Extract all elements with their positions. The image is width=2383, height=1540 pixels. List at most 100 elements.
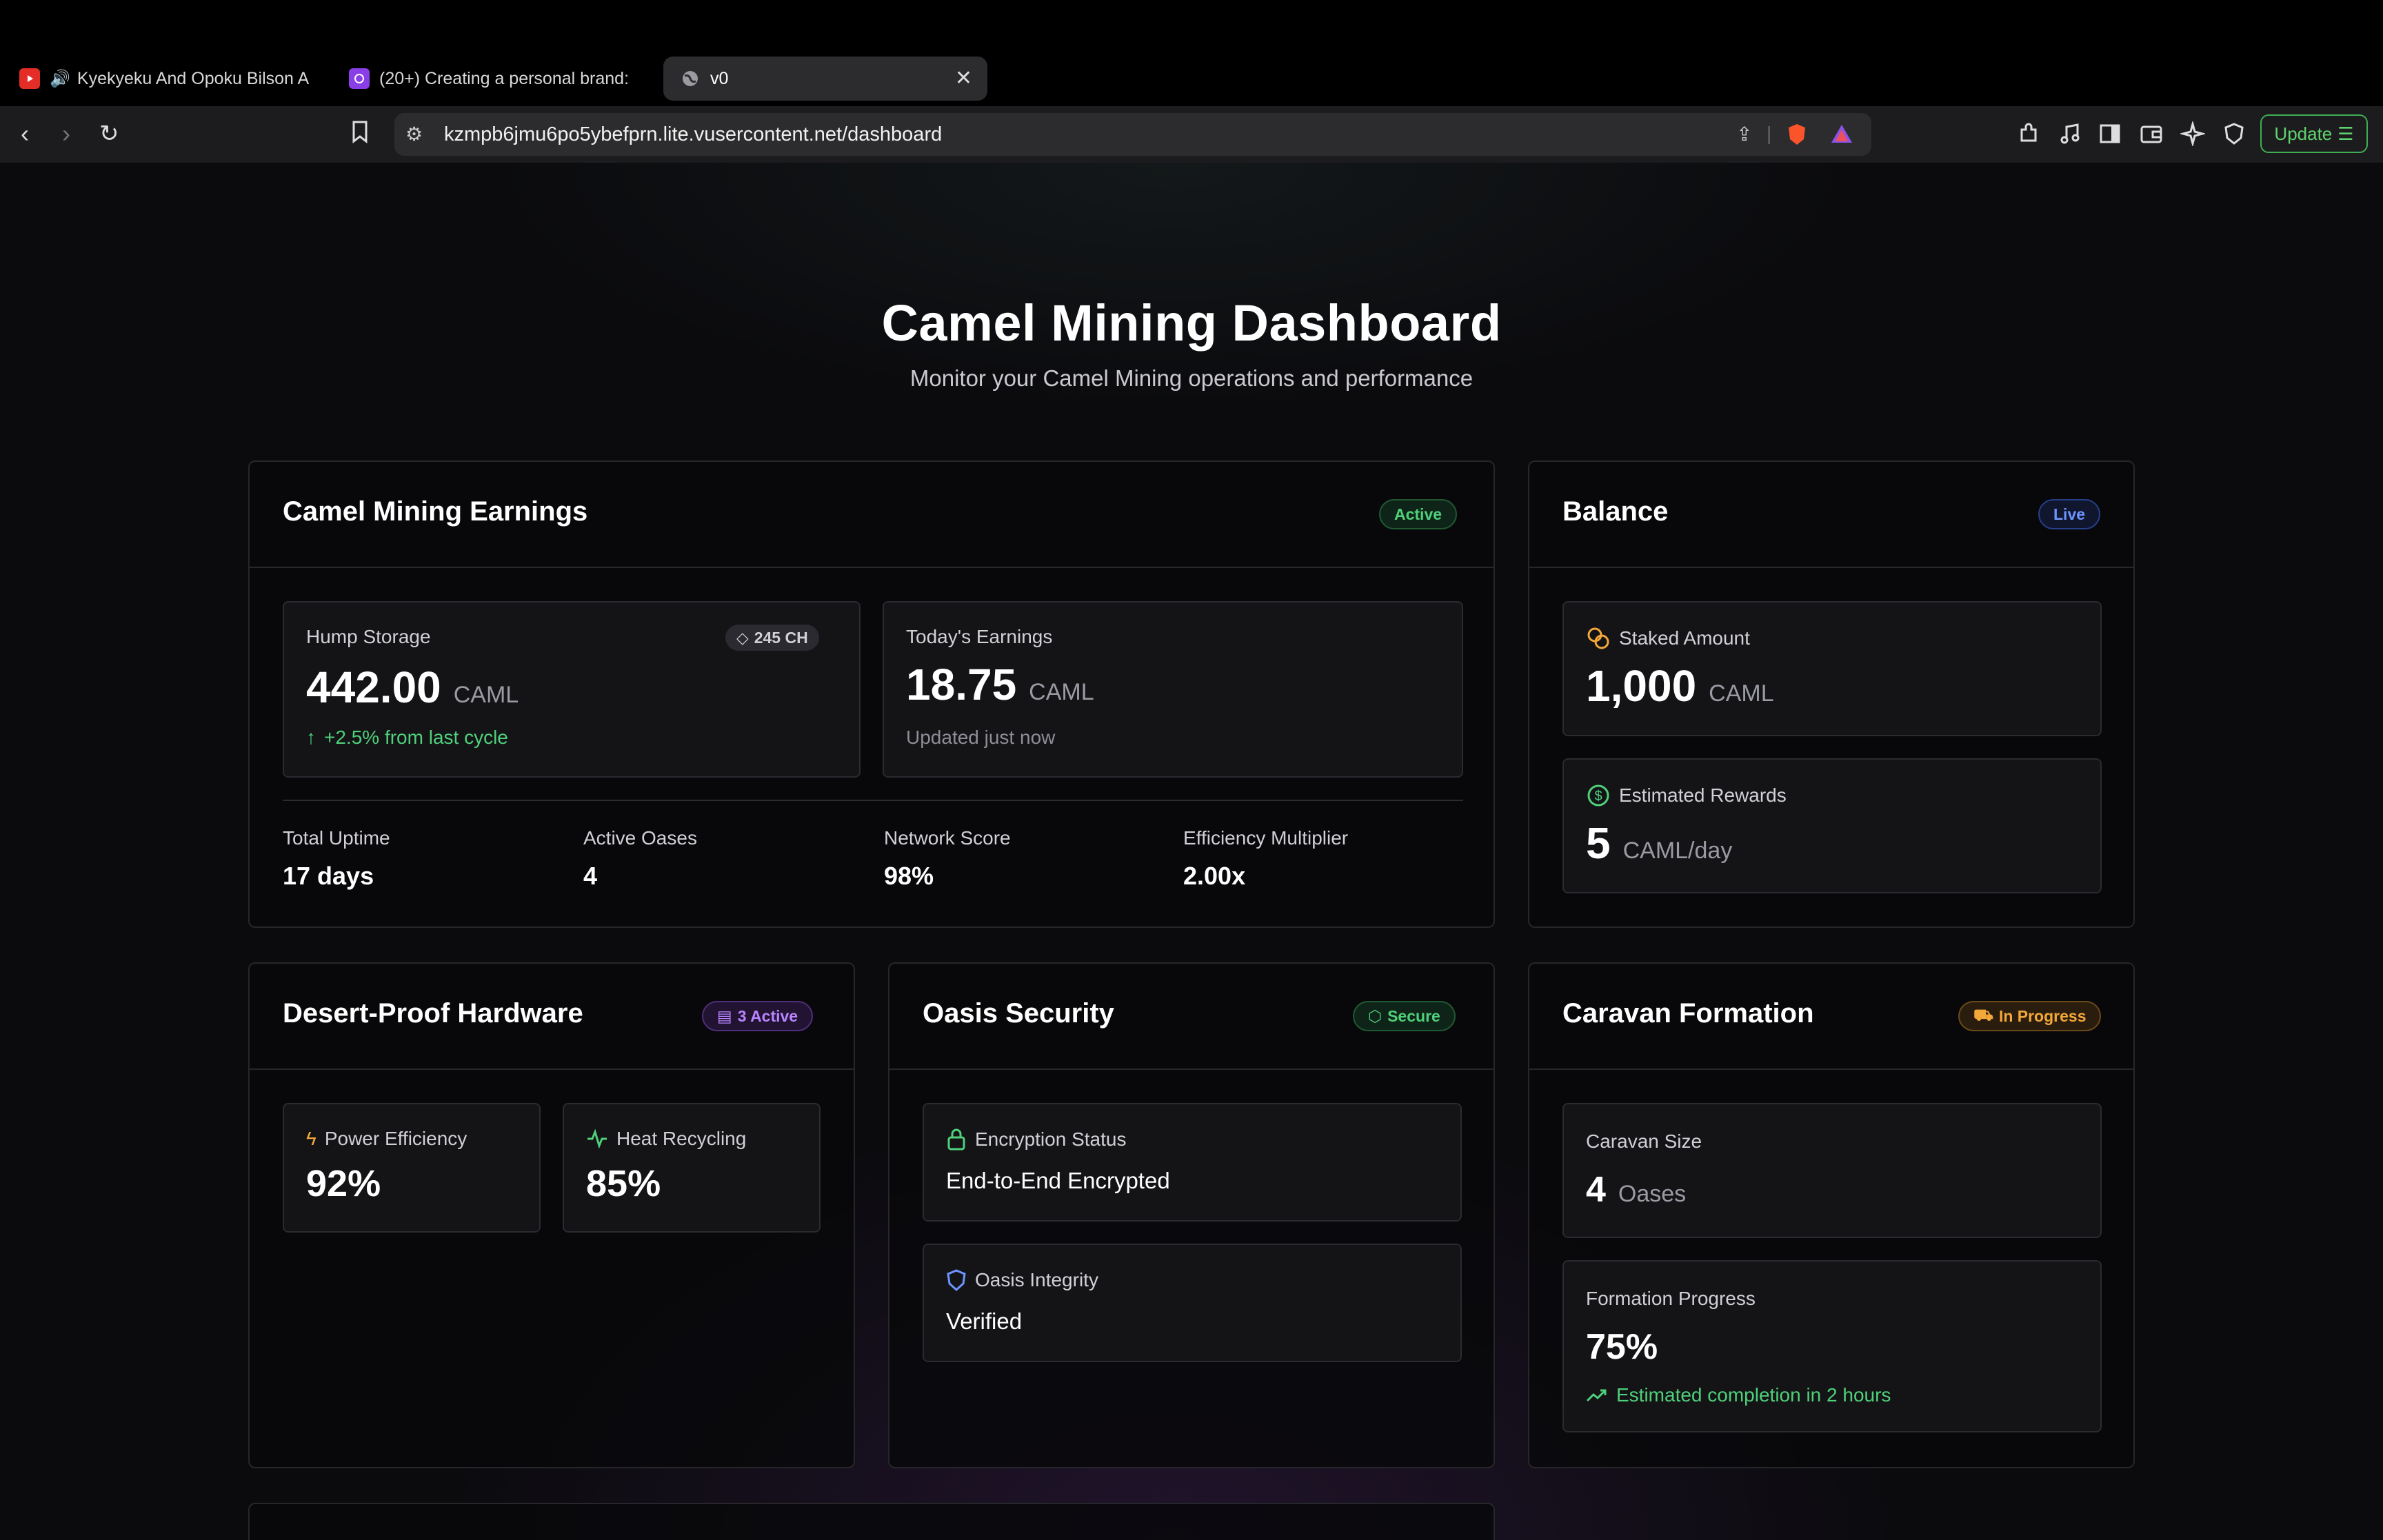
stat-label: Network Score [884, 827, 1011, 849]
droplet-icon: ◇ [736, 628, 749, 647]
page-title: Camel Mining Dashboard [881, 294, 1502, 352]
live-badge: Live [2038, 499, 2101, 529]
stat-value: 4 [583, 862, 598, 890]
hump-chip: ◇ 245 CH [725, 625, 819, 651]
stat-value: 98% [884, 862, 934, 890]
close-tab-icon[interactable]: ✕ [955, 66, 972, 90]
card-header: Camel Mining Earnings Active [250, 462, 1494, 568]
dashboard-page: Camel Mining Dashboard Monitor your Came… [0, 163, 2383, 1540]
tile-label: Hump Storage [306, 626, 431, 647]
label-text: Encryption Status [975, 1128, 1127, 1150]
extensions-icon[interactable] [2016, 121, 2041, 146]
tile-value: 85% [586, 1163, 661, 1204]
heat-recycling-tile: Heat Recycling 85% [563, 1103, 821, 1233]
badge-label: Live [2053, 505, 2086, 523]
tile-value: 92% [306, 1163, 381, 1204]
unit: CAML [1709, 680, 1774, 707]
unit: Oases [1618, 1181, 1687, 1207]
vpn-shield-icon[interactable] [2222, 121, 2246, 146]
caravan-card: Caravan Formation ⛟ In Progress Caravan … [1528, 962, 2135, 1468]
tab-v0[interactable]: v0 ✕ [663, 57, 987, 101]
in-progress-badge: ⛟ In Progress [1958, 1001, 2102, 1031]
address-bar[interactable]: ⚙ kzmpb6jmu6po5ybefprn.lite.vusercontent… [394, 113, 1871, 156]
card-title: Desert-Proof Hardware [283, 998, 583, 1029]
card-header: Desert-Proof Hardware ▤ 3 Active [250, 964, 854, 1070]
power-efficiency-tile: ϟ Power Efficiency 92% [283, 1103, 541, 1233]
status-badge: Active [1379, 499, 1458, 529]
brave-rewards-icon[interactable] [1830, 123, 1853, 150]
tile-value: 18.75 CAML [906, 659, 1094, 710]
speaker-icon[interactable]: 🔊 [50, 69, 70, 89]
change-indicator: ↑ +2.5% from last cycle [306, 727, 508, 749]
tab-personal-brand[interactable]: (20+) Creating a personal brand: [349, 57, 639, 101]
change-text: +2.5% from last cycle [324, 727, 508, 748]
encryption-status-tile: Encryption Status End-to-End Encrypted [923, 1103, 1462, 1222]
badge-label: 3 Active [737, 1006, 798, 1025]
browser-toolbar: ‹ › ↻ ⚙ kzmpb6jmu6po5ybefprn.lite.vuserc… [0, 106, 2383, 163]
update-label: Update [2274, 123, 2333, 144]
note-text: Estimated completion in 2 hours [1616, 1384, 1891, 1406]
tile-label: Oasis Integrity [946, 1268, 1098, 1292]
leo-ai-icon[interactable] [2180, 121, 2205, 146]
page-subtitle: Monitor your Camel Mining operations and… [909, 365, 1474, 391]
todays-earnings-tile: Today's Earnings 18.75 CAML Updated just… [883, 601, 1463, 778]
card-title: Oasis Security [923, 998, 1114, 1029]
staked-amount-tile: Staked Amount 1,000 CAML [1562, 601, 2102, 736]
svg-text:$: $ [1594, 789, 1602, 804]
back-icon[interactable]: ‹ [21, 120, 29, 148]
label-text: Staked Amount [1619, 627, 1750, 649]
estimated-rewards-tile: $ Estimated Rewards 5 CAML/day [1562, 758, 2102, 893]
tile-value: 4 Oases [1586, 1169, 1686, 1210]
globe-icon [680, 68, 701, 89]
divider [283, 800, 1463, 801]
arrow-up-icon: ↑ [306, 727, 316, 748]
music-icon[interactable] [2058, 121, 2082, 146]
tile-label: Encryption Status [946, 1128, 1126, 1151]
tab-title: Kyekyeku And Opoku Bilson A [77, 68, 310, 88]
tile-label: Formation Progress [1586, 1288, 1756, 1309]
label-text: Power Efficiency [324, 1128, 467, 1149]
window-top-strip [0, 0, 2383, 51]
stat-value: 17 days [283, 862, 374, 890]
site-settings-icon[interactable]: ⚙ [405, 123, 423, 145]
active-count-badge: ▤ 3 Active [702, 1001, 814, 1031]
card-title: Balance [1562, 496, 1669, 527]
stat-value: 2.00x [1183, 862, 1246, 890]
updated-note: Updated just now [906, 727, 1056, 748]
activity-icon [587, 1128, 607, 1149]
menu-icon: ☰ [2337, 123, 2354, 144]
card-header: Caravan Formation ⛟ In Progress [1529, 964, 2133, 1070]
card-title: Caravan Formation [1562, 998, 1814, 1029]
server-icon: ▤ [717, 1006, 732, 1025]
unit: CAML [1029, 679, 1094, 705]
shield-icon: ⬡ [1368, 1006, 1382, 1025]
wallet-icon[interactable] [2139, 121, 2164, 146]
url-text[interactable]: kzmpb6jmu6po5ybefprn.lite.vusercontent.n… [444, 123, 942, 146]
tab-youtube[interactable]: 🔊 Kyekyeku And Opoku Bilson A [19, 57, 316, 101]
tab-bar: 🔊 Kyekyeku And Opoku Bilson A (20+) Crea… [0, 51, 2383, 139]
share-icon[interactable]: ⇪ [1736, 123, 1752, 145]
update-button[interactable]: Update ☰ [2260, 114, 2368, 153]
badge-label: In Progress [1998, 1006, 2087, 1025]
chip-label: 245 CH [754, 628, 808, 647]
coins-icon [1587, 627, 1609, 649]
tile-value: 442.00 CAML [306, 662, 519, 713]
tile-label: $ Estimated Rewards [1586, 783, 1787, 808]
dollar-circle-icon: $ [1587, 784, 1609, 807]
forward-icon[interactable]: › [62, 120, 70, 148]
truck-icon: ⛟ [1973, 1006, 1993, 1024]
bookmark-icon[interactable] [350, 120, 370, 149]
reload-icon[interactable]: ↻ [99, 120, 119, 148]
tile-label: ϟ Power Efficiency [306, 1128, 467, 1150]
value: 442.00 [306, 662, 441, 712]
caravan-size-tile: Caravan Size 4 Oases [1562, 1103, 2102, 1238]
tile-label: Today's Earnings [906, 626, 1053, 647]
tile-value: 5 CAML/day [1586, 818, 1732, 869]
badge-label: Secure [1387, 1006, 1440, 1025]
badge-label: Active [1394, 505, 1442, 523]
brave-shield-icon[interactable] [1786, 123, 1808, 151]
label-text: Heat Recycling [616, 1128, 747, 1149]
tile-value: End-to-End Encrypted [946, 1168, 1170, 1193]
sidebar-icon[interactable] [2098, 121, 2122, 146]
card-header: Oasis Security ⬡ Secure [889, 964, 1494, 1070]
